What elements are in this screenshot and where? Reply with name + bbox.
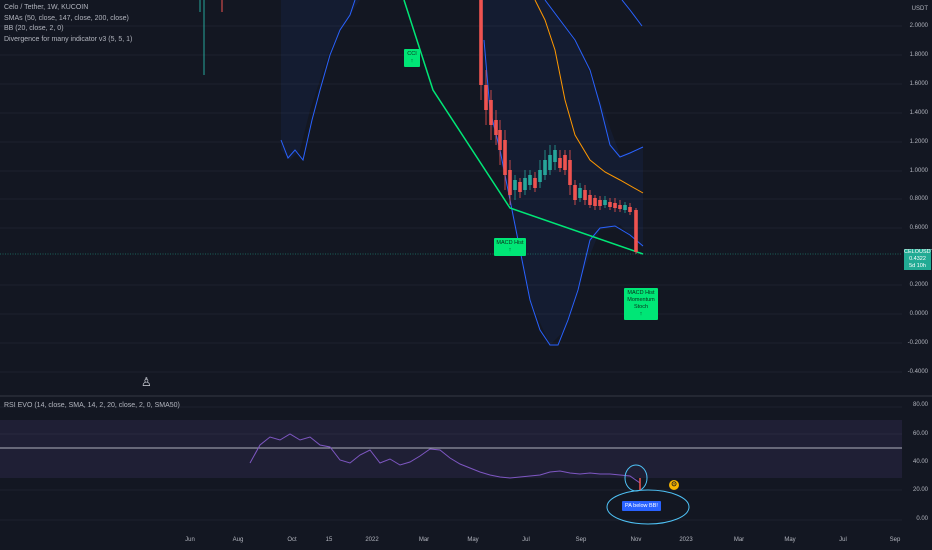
candle-body <box>498 130 502 150</box>
candle-body <box>528 175 532 185</box>
price-tick: 1.6000 <box>909 81 928 87</box>
rsi-tick: 80.00 <box>912 402 928 408</box>
candle-body <box>593 198 597 206</box>
candle-body <box>538 170 542 182</box>
price-tick: -0.2000 <box>907 340 928 346</box>
last-price-label: CELOUSDT <box>904 249 932 256</box>
candle-body <box>588 195 592 205</box>
candle-body <box>503 140 507 175</box>
price-tick: 0.2000 <box>909 282 928 288</box>
candle-body <box>548 155 552 170</box>
time-tick: Mar <box>733 537 745 543</box>
candle-body <box>583 190 587 200</box>
cci-divergence-label[interactable]: CCI ↑ <box>404 49 420 67</box>
candle-body <box>543 160 547 175</box>
macd-divergence-label[interactable]: MACD Hist ↑ <box>494 238 526 256</box>
candle-body <box>608 202 612 207</box>
time-tick: Nov <box>630 537 642 543</box>
last-price-value: 0.4322 <box>904 256 931 263</box>
candle-body <box>598 200 602 206</box>
time-tick: May <box>784 537 796 543</box>
price-chart[interactable] <box>0 0 932 550</box>
candle-body <box>508 170 512 195</box>
candle-body <box>553 150 557 162</box>
candle-body <box>603 200 607 205</box>
time-tick: Jul <box>522 537 530 543</box>
smas-label[interactable]: SMAs (50, close, 147, close, 200, close) <box>4 14 132 25</box>
candle-body <box>578 188 582 198</box>
time-tick: Mar <box>418 537 430 543</box>
time-tick: Sep <box>889 537 901 543</box>
price-tick: 1.0000 <box>909 168 928 174</box>
time-tick: Jul <box>839 537 847 543</box>
pa-below-bb-label[interactable]: PA below BB! <box>622 501 661 511</box>
bb-label[interactable]: BB (20, close, 2, 0) <box>4 24 132 35</box>
time-tick: 2022 <box>365 537 379 543</box>
candle-body <box>513 180 517 190</box>
price-tick: 0.0000 <box>909 311 928 317</box>
time-tick: Sep <box>575 537 587 543</box>
last-price-stack: CELOUSDT 0.4322 5d 10h <box>904 249 932 270</box>
candle-body <box>613 203 617 208</box>
price-tick: 1.8000 <box>909 52 928 58</box>
price-axis[interactable]: USDT 2.0000 1.8000 1.6000 1.4000 1.2000 … <box>902 0 932 395</box>
candle-body <box>523 178 527 190</box>
candle-body <box>518 182 522 192</box>
price-tick: 1.4000 <box>909 110 928 116</box>
candle-body <box>573 185 577 200</box>
candle-body <box>479 0 483 85</box>
rsi-tick: 60.00 <box>912 431 928 437</box>
currency-label: USDT <box>911 6 928 12</box>
countdown-label: 5d 10h <box>904 263 931 270</box>
rsi-tick: 0.00 <box>916 516 928 522</box>
macd-momentum-stoch-label[interactable]: MACD Hist Momentum Stoch ↑ <box>624 288 658 320</box>
time-tick: May <box>467 537 479 543</box>
coin-icon[interactable]: ⊙ <box>669 480 679 490</box>
rsi-legend[interactable]: RSI EVO (14, close, SMA, 14, 2, 20, clos… <box>4 402 180 409</box>
candle-body <box>484 85 488 110</box>
divergence-label[interactable]: Divergence for many indicator v3 (5, 5, … <box>4 35 132 46</box>
rsi-tick: 20.00 <box>912 487 928 493</box>
time-tick: Aug <box>232 537 244 543</box>
price-tick: -0.4000 <box>907 369 928 375</box>
candle-body <box>618 205 622 209</box>
indicator-legend: Celo / Tether, 1W, KUCOIN SMAs (50, clos… <box>4 3 132 45</box>
time-tick: Jun <box>185 537 195 543</box>
rsi-tick: 40.00 <box>912 459 928 465</box>
candle-body <box>494 120 498 135</box>
candle-body <box>634 210 638 252</box>
price-tick: 0.6000 <box>909 225 928 231</box>
time-tick: 15 <box>325 537 333 543</box>
candle-body <box>489 100 493 125</box>
price-tick: 0.8000 <box>909 196 928 202</box>
candle-body <box>533 178 537 188</box>
candle-body <box>628 207 632 212</box>
candle-body <box>563 155 567 170</box>
cursor-icon: ♙ <box>141 375 152 389</box>
price-tick: 2.0000 <box>909 23 928 29</box>
candle-body <box>558 158 562 168</box>
price-tick: 1.2000 <box>909 139 928 145</box>
time-tick: 2023 <box>679 537 693 543</box>
time-tick: Oct <box>287 537 297 543</box>
symbol-label[interactable]: Celo / Tether, 1W, KUCOIN <box>4 3 132 14</box>
candle-body <box>623 205 627 210</box>
candle-body <box>568 160 572 185</box>
